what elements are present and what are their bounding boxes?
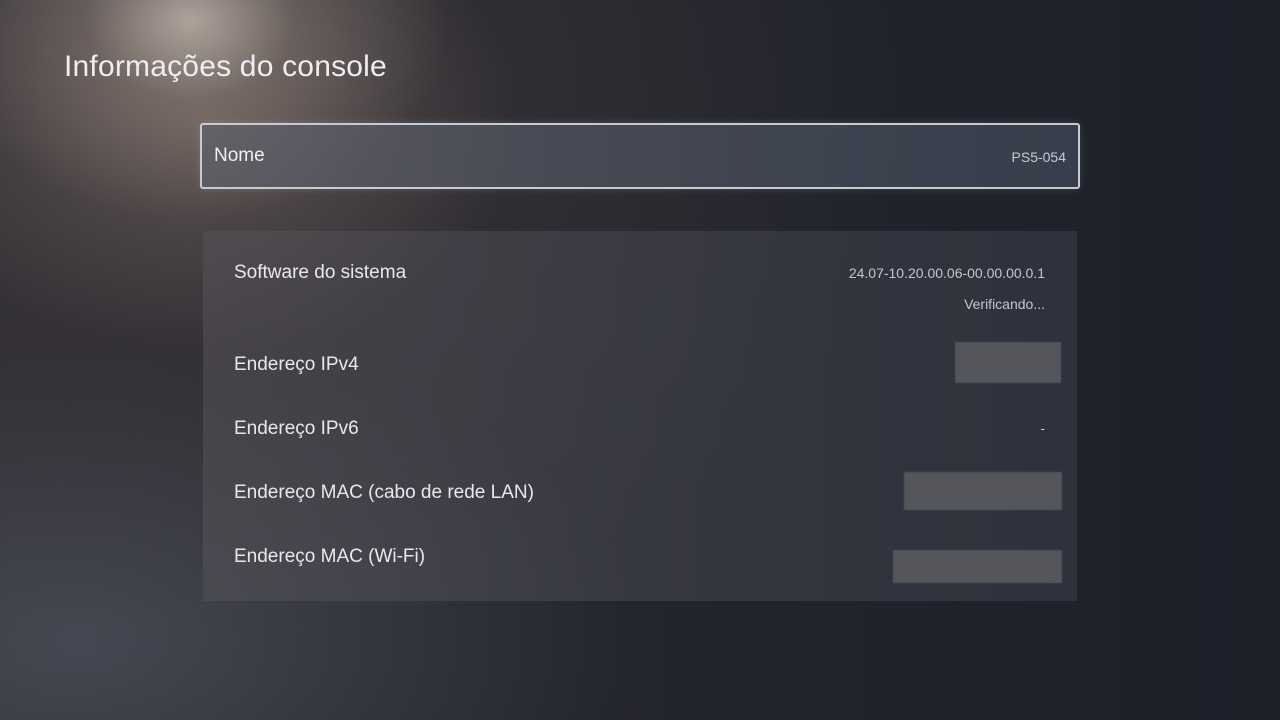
mac-lan-label: Endereço MAC (cabo de rede LAN): [234, 482, 534, 503]
mac-lan-row: Endereço MAC (cabo de rede LAN): [203, 472, 1077, 521]
mac-wifi-row: Endereço MAC (Wi-Fi): [203, 545, 1077, 585]
mac-lan-value-redacted: [904, 472, 1062, 510]
mac-wifi-value-redacted: [893, 550, 1062, 583]
system-software-version: 24.07-10.20.00.06-00.00.00.0.1: [848, 265, 1045, 281]
ipv4-row: Endereço IPv4: [203, 342, 1077, 393]
console-info-panel: Software do sistema 24.07-10.20.00.06-00…: [203, 231, 1077, 601]
system-software-status: Verificando...: [964, 296, 1045, 312]
mac-wifi-label: Endereço MAC (Wi-Fi): [234, 546, 426, 567]
ipv4-label: Endereço IPv4: [234, 354, 359, 375]
ipv4-value-redacted: [955, 342, 1061, 383]
console-info-screen: Informações do console Nome PS5-054 Soft…: [0, 0, 1280, 720]
console-name-label: Nome: [214, 145, 265, 166]
ipv6-row: Endereço IPv6 -: [203, 417, 1077, 457]
console-name-value: PS5-054: [1011, 149, 1066, 165]
system-software-label: Software do sistema: [234, 262, 407, 283]
console-name-row[interactable]: Nome PS5-054: [200, 123, 1080, 189]
page-title: Informações do console: [64, 50, 387, 83]
ipv6-value: -: [1040, 420, 1045, 436]
system-software-row: Software do sistema 24.07-10.20.00.06-00…: [203, 261, 1077, 321]
ipv6-label: Endereço IPv6: [234, 418, 359, 439]
